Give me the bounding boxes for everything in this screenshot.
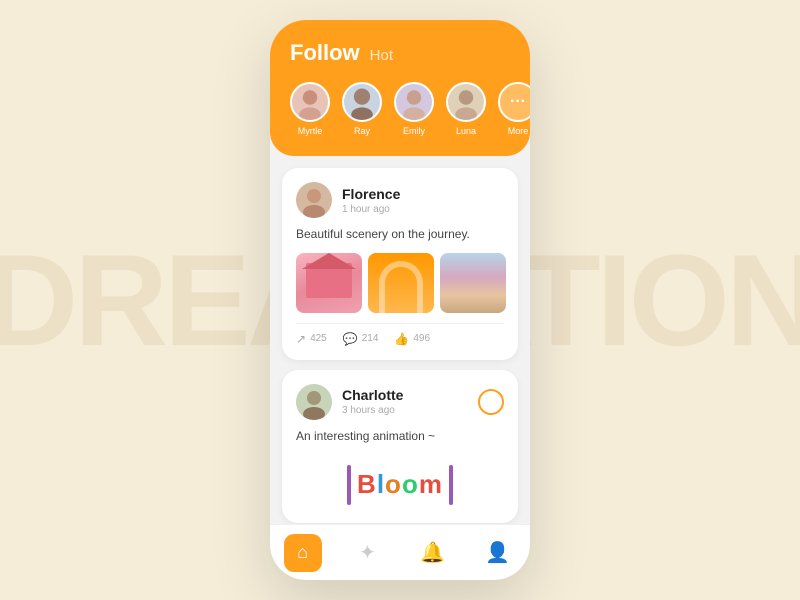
bloom-B: B bbox=[357, 469, 377, 499]
tab-hot[interactable]: Hot bbox=[370, 47, 393, 64]
avatar-charlotte bbox=[296, 384, 332, 420]
comment-icon: 💬 bbox=[343, 332, 358, 346]
share-count: 425 bbox=[310, 333, 327, 344]
avatar-item-luna[interactable]: Luna bbox=[446, 82, 486, 136]
avatar-name-luna: Luna bbox=[456, 126, 476, 136]
nav-notifications[interactable]: 🔔 bbox=[411, 531, 455, 575]
post-image-arch bbox=[368, 253, 434, 313]
post-images-florence bbox=[296, 253, 504, 313]
follow-button-charlotte[interactable] bbox=[478, 389, 504, 415]
bloom-o1: o bbox=[385, 469, 402, 499]
like-count: 496 bbox=[413, 333, 430, 344]
post-time-charlotte: 3 hours ago bbox=[342, 405, 403, 416]
avatar-name-more: More bbox=[508, 126, 529, 136]
nav-explore[interactable]: ✦ bbox=[346, 531, 390, 575]
post-image-sunset bbox=[440, 253, 506, 313]
post-time-florence: 1 hour ago bbox=[342, 204, 400, 215]
post-stats-florence: ↗ 425 💬 214 👍 496 bbox=[296, 323, 504, 346]
nav-home[interactable]: ⌂ bbox=[281, 531, 325, 575]
share-icon: ↗ bbox=[296, 332, 306, 346]
avatar-name-emily: Emily bbox=[403, 126, 425, 136]
bloom-o2: o bbox=[402, 469, 419, 499]
phone-container: Follow Hot Myrtle bbox=[270, 20, 530, 580]
nav-profile[interactable]: 👤 bbox=[476, 531, 520, 575]
post-florence: Florence 1 hour ago Beautiful scenery on… bbox=[282, 168, 518, 360]
bottom-nav: ⌂ ✦ 🔔 👤 bbox=[270, 524, 530, 580]
post-user-name-charlotte: Charlotte bbox=[342, 387, 403, 403]
bloom-bar-left bbox=[347, 465, 351, 505]
avatar-item-ray[interactable]: Ray bbox=[342, 82, 382, 136]
post-image-house bbox=[296, 253, 362, 313]
avatar-name-ray: Ray bbox=[354, 126, 370, 136]
stat-shares[interactable]: ↗ 425 bbox=[296, 332, 327, 346]
profile-icon: 👤 bbox=[485, 540, 510, 565]
bloom-word: Bloom bbox=[357, 469, 443, 500]
feed: Florence 1 hour ago Beautiful scenery on… bbox=[270, 156, 530, 580]
header-tabs: Follow Hot bbox=[290, 40, 510, 66]
post-text-florence: Beautiful scenery on the journey. bbox=[296, 226, 504, 243]
like-icon: 👍 bbox=[394, 332, 409, 346]
avatars-row: Myrtle Ray bbox=[290, 82, 510, 136]
bell-icon: 🔔 bbox=[420, 540, 445, 565]
stat-likes[interactable]: 👍 496 bbox=[394, 332, 430, 346]
bloom-animation: Bloom bbox=[296, 455, 504, 509]
bloom-l: l bbox=[377, 469, 385, 499]
home-icon: ⌂ bbox=[297, 542, 308, 563]
avatar-item-myrtle[interactable]: Myrtle bbox=[290, 82, 330, 136]
post-charlotte: Charlotte 3 hours ago An interesting ani… bbox=[282, 370, 518, 523]
avatar-florence bbox=[296, 182, 332, 218]
post-text-charlotte: An interesting animation ~ bbox=[296, 428, 504, 445]
avatar-item-emily[interactable]: Emily bbox=[394, 82, 434, 136]
post-user-name-florence: Florence bbox=[342, 186, 400, 202]
stat-comments[interactable]: 💬 214 bbox=[343, 332, 379, 346]
tab-follow[interactable]: Follow bbox=[290, 40, 360, 66]
avatar-item-more[interactable]: ··· More bbox=[498, 82, 530, 136]
comment-count: 214 bbox=[362, 333, 379, 344]
bloom-m: m bbox=[419, 469, 443, 499]
bloom-bar-right bbox=[449, 465, 453, 505]
header: Follow Hot Myrtle bbox=[270, 20, 530, 156]
explore-icon: ✦ bbox=[359, 540, 376, 565]
avatar-name-myrtle: Myrtle bbox=[298, 126, 323, 136]
